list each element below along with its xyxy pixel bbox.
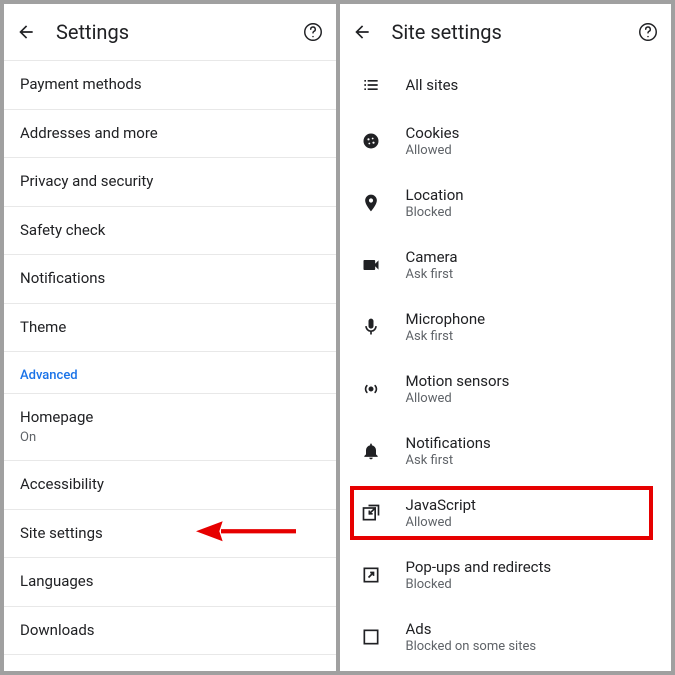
site-settings-item-cookies[interactable]: CookiesAllowed <box>340 110 672 172</box>
help-icon[interactable] <box>637 21 659 43</box>
javascript-icon <box>360 502 382 524</box>
site-settings-item-notifications[interactable]: NotificationsAsk first <box>340 420 672 482</box>
site-settings-item-sublabel: Ask first <box>406 329 656 344</box>
settings-item-label: Safety check <box>20 221 105 239</box>
site-settings-item-ads[interactable]: AdsBlocked on some sites <box>340 606 672 668</box>
settings-item-payment-methods[interactable]: Payment methods <box>4 60 336 109</box>
settings-item-label: Downloads <box>20 621 95 639</box>
settings-item-safety-check[interactable]: Safety check <box>4 206 336 255</box>
settings-item-notifications[interactable]: Notifications <box>4 254 336 303</box>
site-settings-item-label: Ads <box>406 620 656 638</box>
motion-icon <box>360 378 382 400</box>
settings-item-site-settings[interactable]: Site settings <box>4 509 336 558</box>
site-settings-item-motion-sensors[interactable]: Motion sensorsAllowed <box>340 358 672 420</box>
settings-item-label: Accessibility <box>20 475 104 493</box>
list-icon <box>360 74 382 96</box>
site-settings-item-sublabel: Blocked on some sites <box>406 639 656 654</box>
site-settings-item-label: Location <box>406 186 656 204</box>
site-settings-title: Site settings <box>392 20 618 44</box>
site-settings-item-sublabel: Blocked <box>406 205 656 220</box>
settings-item-label: Addresses and more <box>20 124 158 142</box>
settings-item-sublabel: On <box>20 430 320 447</box>
settings-item-label: Theme <box>20 318 66 336</box>
site-settings-item-microphone[interactable]: MicrophoneAsk first <box>340 296 672 358</box>
location-icon <box>360 192 382 214</box>
help-icon[interactable] <box>302 21 324 43</box>
site-settings-list: All sites CookiesAllowed LocationBlocked… <box>340 60 672 671</box>
site-settings-item-label: All sites <box>406 76 656 94</box>
cookie-icon <box>360 130 382 152</box>
site-settings-item-sublabel: Ask first <box>406 267 656 282</box>
settings-title: Settings <box>56 20 282 44</box>
site-settings-item-label: JavaScript <box>406 496 656 514</box>
camera-icon <box>360 254 382 276</box>
site-settings-panel: Site settings All sites CookiesAllowed L… <box>340 4 672 671</box>
settings-item-label: Languages <box>20 572 94 590</box>
settings-item-downloads[interactable]: Downloads <box>4 606 336 655</box>
site-settings-item-sublabel: Ask first <box>406 453 656 468</box>
red-arrow-icon <box>196 516 296 552</box>
settings-item-about-chrome[interactable]: About Chrome <box>4 654 336 671</box>
settings-item-label: Privacy and security <box>20 172 153 190</box>
site-settings-item-sublabel: Allowed <box>406 143 656 158</box>
site-settings-item-sublabel: Blocked <box>406 577 656 592</box>
ads-icon <box>360 626 382 648</box>
settings-item-label: Homepage <box>20 408 93 426</box>
site-settings-item-sublabel: Allowed <box>406 515 656 530</box>
settings-item-addresses[interactable]: Addresses and more <box>4 109 336 158</box>
site-settings-item-label: Cookies <box>406 124 656 142</box>
settings-item-label: Site settings <box>20 524 103 542</box>
site-settings-item-sublabel: Allowed <box>406 391 656 406</box>
settings-panel: Settings Payment methods Addresses and m… <box>4 4 336 671</box>
bell-icon <box>360 440 382 462</box>
settings-list: Payment methods Addresses and more Priva… <box>4 60 336 671</box>
mic-icon <box>360 316 382 338</box>
site-settings-item-label: Motion sensors <box>406 372 656 390</box>
settings-item-label: Payment methods <box>20 75 142 93</box>
site-settings-item-all-sites[interactable]: All sites <box>340 60 672 110</box>
site-settings-item-label: Microphone <box>406 310 656 328</box>
back-icon[interactable] <box>16 22 36 42</box>
site-settings-item-label: Notifications <box>406 434 656 452</box>
popup-icon <box>360 564 382 586</box>
site-settings-item-label: Pop-ups and redirects <box>406 558 656 576</box>
settings-item-theme[interactable]: Theme <box>4 303 336 352</box>
settings-item-label: About Chrome <box>20 669 116 671</box>
site-settings-item-label: Camera <box>406 248 656 266</box>
site-settings-item-location[interactable]: LocationBlocked <box>340 172 672 234</box>
site-settings-item-popups[interactable]: Pop-ups and redirectsBlocked <box>340 544 672 606</box>
settings-item-label: Notifications <box>20 269 105 287</box>
settings-item-accessibility[interactable]: Accessibility <box>4 460 336 509</box>
settings-item-privacy[interactable]: Privacy and security <box>4 157 336 206</box>
site-settings-item-javascript[interactable]: JavaScriptAllowed <box>340 482 672 544</box>
site-settings-header: Site settings <box>340 4 672 60</box>
site-settings-item-camera[interactable]: CameraAsk first <box>340 234 672 296</box>
settings-item-homepage[interactable]: Homepage On <box>4 393 336 460</box>
settings-item-languages[interactable]: Languages <box>4 557 336 606</box>
advanced-section-label: Advanced <box>4 351 336 393</box>
settings-header: Settings <box>4 4 336 60</box>
back-icon[interactable] <box>352 22 372 42</box>
